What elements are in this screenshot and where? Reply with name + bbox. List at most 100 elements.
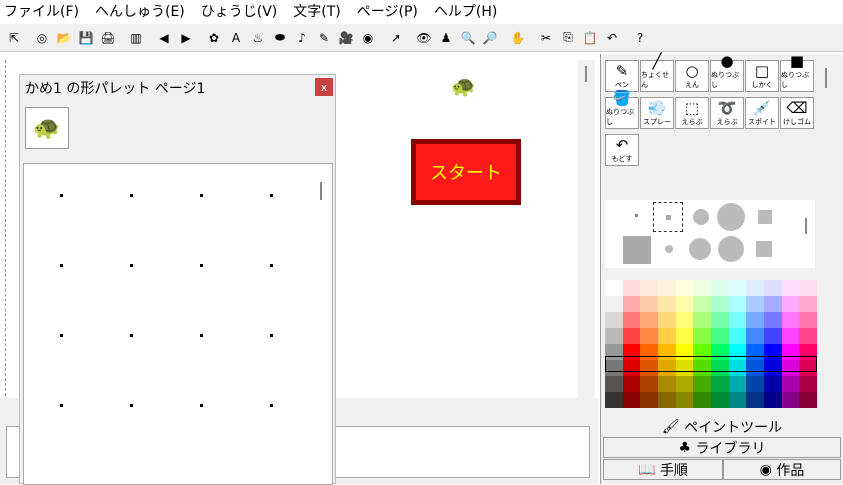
color-swatch[interactable] <box>693 328 711 344</box>
color-swatch[interactable] <box>763 296 782 312</box>
color-swatch[interactable] <box>799 360 817 376</box>
color-swatch[interactable] <box>605 328 623 344</box>
toolbar-button-22-icon[interactable]: ✂ <box>536 28 556 48</box>
toolbar-button-10-icon[interactable]: ♨ <box>248 28 268 48</box>
color-swatch[interactable] <box>622 344 641 360</box>
color-swatch[interactable] <box>640 344 658 360</box>
color-swatch[interactable] <box>675 328 694 344</box>
tab-works[interactable]: ◉ 作品 <box>723 459 841 480</box>
color-swatch[interactable] <box>675 360 694 376</box>
color-swatch[interactable] <box>799 328 817 344</box>
color-swatch[interactable] <box>799 376 817 392</box>
color-swatch[interactable] <box>640 328 658 344</box>
toolbar-button-1-icon[interactable]: ◎ <box>32 28 52 48</box>
color-swatch[interactable] <box>728 280 747 296</box>
color-swatch[interactable] <box>657 376 676 392</box>
color-swatch[interactable] <box>622 392 641 408</box>
color-swatch[interactable] <box>746 360 764 376</box>
toolbar-button-15-icon[interactable]: ◉ <box>358 28 378 48</box>
color-swatch[interactable] <box>675 376 694 392</box>
toolbar-button-18-icon[interactable]: ♟ <box>436 28 456 48</box>
toolbar-button-16-icon[interactable]: ➚ <box>386 28 406 48</box>
color-swatch[interactable] <box>728 328 747 344</box>
toolbar-button-20-icon[interactable]: 🔎 <box>480 28 500 48</box>
menu-item-3[interactable]: 文字(T) <box>293 1 340 21</box>
toolbar-button-4-icon[interactable]: 🖨 <box>98 28 118 48</box>
paint-tool-0[interactable]: ✎ ペン <box>605 60 639 92</box>
color-swatch[interactable] <box>781 328 800 344</box>
tab-library[interactable]: ♣ ライブラリ <box>603 437 841 458</box>
color-swatch[interactable] <box>746 392 764 408</box>
color-swatch[interactable] <box>763 328 782 344</box>
color-swatch[interactable] <box>710 376 729 392</box>
color-swatch[interactable] <box>605 344 623 360</box>
color-swatch[interactable] <box>605 376 623 392</box>
color-swatch[interactable] <box>693 312 711 328</box>
color-swatch[interactable] <box>746 296 764 312</box>
toolbar-button-7-icon[interactable]: ▶ <box>176 28 196 48</box>
color-swatch[interactable] <box>605 312 623 328</box>
color-swatch[interactable] <box>763 392 782 408</box>
toolbar-button-6-icon[interactable]: ◀ <box>154 28 174 48</box>
color-swatch[interactable] <box>781 312 800 328</box>
color-swatch[interactable] <box>605 296 623 312</box>
color-swatch[interactable] <box>781 280 800 296</box>
color-swatch[interactable] <box>657 328 676 344</box>
color-swatch[interactable] <box>728 392 747 408</box>
paint-tool-11[interactable]: ⌫ けしゴム <box>780 97 814 129</box>
toolbar-button-5-icon[interactable]: ▥ <box>126 28 146 48</box>
color-swatch[interactable] <box>710 360 729 376</box>
color-swatch[interactable] <box>781 296 800 312</box>
color-swatch[interactable] <box>693 360 711 376</box>
color-swatch[interactable] <box>622 280 641 296</box>
color-swatch[interactable] <box>728 296 747 312</box>
stage-scrollbar[interactable] <box>578 60 595 400</box>
color-swatch[interactable] <box>693 296 711 312</box>
color-swatch[interactable] <box>799 296 817 312</box>
color-swatch[interactable] <box>710 392 729 408</box>
toolbar-button-14-icon[interactable]: 🎥 <box>336 28 356 48</box>
color-swatch[interactable] <box>657 312 676 328</box>
menu-item-4[interactable]: ページ(P) <box>357 1 418 21</box>
menu-item-1[interactable]: へんしゅう(E) <box>95 1 185 21</box>
paint-tool-1[interactable]: ╱ ちょくせん <box>640 52 674 92</box>
color-swatch[interactable] <box>799 392 817 408</box>
paint-tool-2[interactable]: ○ えん <box>675 60 709 92</box>
toolbar-button-19-icon[interactable]: 🔍 <box>458 28 478 48</box>
color-swatch[interactable] <box>693 280 711 296</box>
color-swatch[interactable] <box>640 312 658 328</box>
color-swatch[interactable] <box>746 280 764 296</box>
color-swatch[interactable] <box>710 344 729 360</box>
toolbar-button-21-icon[interactable]: ✋ <box>508 28 528 48</box>
toolbar-button-11-icon[interactable]: ⬬ <box>270 28 290 48</box>
color-swatch[interactable] <box>675 392 694 408</box>
turtle-sprite[interactable]: 🐢 <box>451 74 476 98</box>
toolbar-button-8-icon[interactable]: ✿ <box>204 28 224 48</box>
color-swatch[interactable] <box>657 344 676 360</box>
toolbar-button-9-icon[interactable]: A <box>226 28 246 48</box>
palette-close-button[interactable]: x <box>315 78 333 96</box>
toolbar-button-2-icon[interactable]: 📂 <box>54 28 74 48</box>
toolbar-button-24-icon[interactable]: 📋 <box>580 28 600 48</box>
color-swatch[interactable] <box>746 312 764 328</box>
color-swatch[interactable] <box>640 280 658 296</box>
color-swatch[interactable] <box>622 296 641 312</box>
paint-tool-12[interactable]: ↶ もどす <box>605 134 639 166</box>
toolbar-button-12-icon[interactable]: ♪ <box>292 28 312 48</box>
color-swatch[interactable] <box>622 328 641 344</box>
color-swatch[interactable] <box>657 280 676 296</box>
color-swatch[interactable] <box>710 280 729 296</box>
toolbar-button-25-icon[interactable]: ↶ <box>602 28 622 48</box>
shape-palette-window[interactable]: かめ1 の形パレット ページ1 x 🐢 <box>19 74 336 485</box>
color-swatch[interactable] <box>693 344 711 360</box>
tab-paint-tool[interactable]: 🖌 ペイントツール <box>603 416 841 437</box>
paint-tool-9[interactable]: ➰ えらぶ <box>710 97 744 129</box>
color-swatch[interactable] <box>763 280 782 296</box>
menu-item-0[interactable]: ファイル(F) <box>4 1 79 21</box>
color-swatch[interactable] <box>728 344 747 360</box>
toolbar-button-3-icon[interactable]: 💾 <box>76 28 96 48</box>
color-swatch[interactable] <box>728 376 747 392</box>
color-swatch[interactable] <box>763 312 782 328</box>
color-swatch[interactable] <box>746 328 764 344</box>
toolbar-button-23-icon[interactable]: ⎘ <box>558 28 578 48</box>
